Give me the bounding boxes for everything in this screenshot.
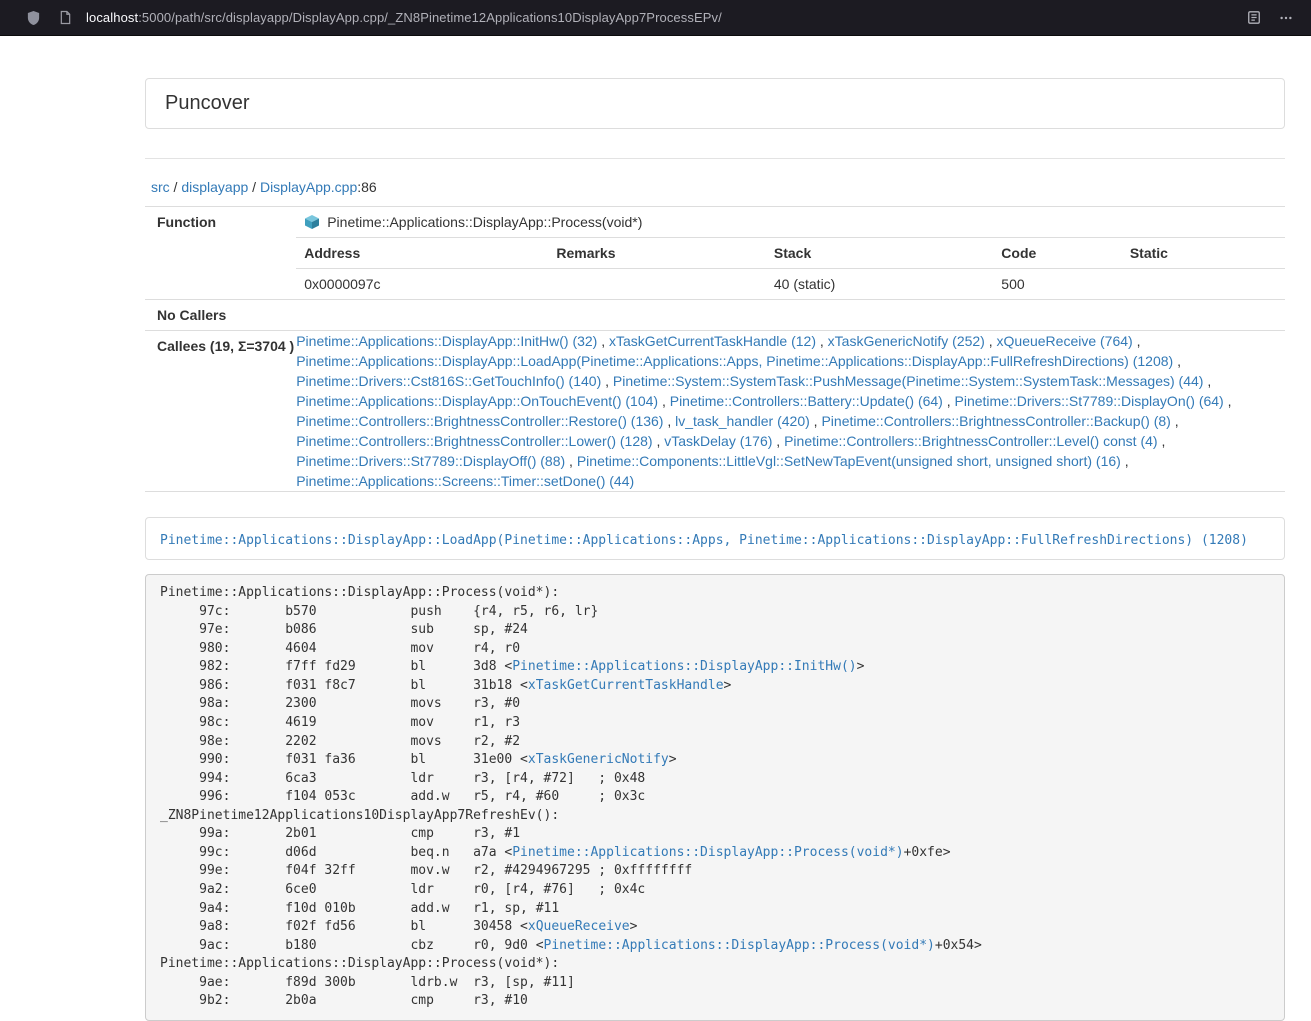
column-header-static: Static (1122, 238, 1285, 269)
kebab-menu-icon[interactable] (1273, 5, 1299, 31)
callee-link[interactable]: Pinetime::Components::LittleVgl::SetNewT… (577, 453, 1121, 469)
no-callers-cell (296, 300, 1285, 331)
url-host: localhost (86, 10, 138, 25)
function-cell: Pinetime::Applications::DisplayApp::Proc… (296, 207, 1285, 300)
app-title: Puncover (165, 92, 250, 114)
function-details-table: Address Remarks Stack Code Static 0x0000… (296, 237, 1285, 299)
column-header-stack: Stack (766, 238, 993, 269)
callee-link[interactable]: Pinetime::Applications::DisplayApp::Init… (296, 333, 597, 349)
function-type-icon (304, 214, 320, 230)
callee-link[interactable]: Pinetime::Controllers::BrightnessControl… (784, 433, 1157, 449)
stack-value: 40 (static) (766, 269, 993, 300)
app-title-panel: Puncover (145, 78, 1285, 129)
symbol-table: Function Pinetime::Applications::Display… (145, 206, 1285, 492)
function-row-label: Function (145, 207, 296, 300)
static-value (1122, 269, 1285, 300)
callee-link[interactable]: Pinetime::Controllers::Battery::Update()… (670, 393, 943, 409)
highlighted-callee-link[interactable]: Pinetime::Applications::DisplayApp::Load… (160, 533, 1248, 548)
code-symbol-link[interactable]: xTaskGenericNotify (528, 752, 669, 767)
url-path: :5000/path/src/displayapp/DisplayApp.cpp… (138, 10, 722, 25)
callee-link[interactable]: xQueueReceive (764) (997, 333, 1133, 349)
breadcrumb-link[interactable]: displayapp (181, 179, 248, 195)
remarks-value (548, 269, 766, 300)
code-symbol-link[interactable]: Pinetime::Applications::DisplayApp::Init… (512, 659, 856, 674)
function-row: Function Pinetime::Applications::Display… (145, 207, 1285, 300)
callees-label: Callees (19, Σ=3704 ) (145, 331, 296, 492)
function-name-line: Pinetime::Applications::DisplayApp::Proc… (296, 207, 1285, 237)
callee-link[interactable]: Pinetime::Drivers::St7789::DisplayOff() … (296, 453, 565, 469)
callees-list: Pinetime::Applications::DisplayApp::Init… (296, 331, 1285, 492)
breadcrumb-link[interactable]: DisplayApp.cpp (260, 179, 357, 195)
details-header-row: Address Remarks Stack Code Static (296, 238, 1285, 269)
shield-icon[interactable] (20, 5, 46, 31)
callee-link[interactable]: Pinetime::Controllers::BrightnessControl… (821, 413, 1170, 429)
callee-link[interactable]: Pinetime::Applications::Screens::Timer::… (296, 473, 634, 489)
callee-link[interactable]: Pinetime::Drivers::St7789::DisplayOn() (… (955, 393, 1224, 409)
callee-link[interactable]: Pinetime::System::SystemTask::PushMessag… (613, 373, 1204, 389)
function-name: Pinetime::Applications::DisplayApp::Proc… (327, 214, 642, 230)
callee-link[interactable]: Pinetime::Controllers::BrightnessControl… (296, 433, 652, 449)
no-callers-row: No Callers (145, 300, 1285, 331)
column-header-remarks: Remarks (548, 238, 766, 269)
column-header-address: Address (296, 238, 548, 269)
code-symbol-link[interactable]: xQueueReceive (528, 919, 630, 934)
callee-link[interactable]: Pinetime::Applications::DisplayApp::Load… (296, 353, 1173, 369)
callee-link[interactable]: vTaskDelay (176) (664, 433, 772, 449)
details-value-row: 0x0000097c 40 (static) 500 (296, 269, 1285, 300)
callee-link[interactable]: Pinetime::Applications::DisplayApp::OnTo… (296, 393, 658, 409)
highlighted-callee-panel: Pinetime::Applications::DisplayApp::Load… (145, 517, 1285, 560)
breadcrumb-link[interactable]: src (151, 179, 170, 195)
code-symbol-link[interactable]: xTaskGetCurrentTaskHandle (528, 678, 724, 693)
url-bar[interactable]: localhost:5000/path/src/displayapp/Displ… (86, 10, 722, 25)
callee-link[interactable]: xTaskGetCurrentTaskHandle (12) (609, 333, 816, 349)
callee-link[interactable]: lv_task_handler (420) (675, 413, 810, 429)
address-value: 0x0000097c (296, 269, 548, 300)
reader-mode-icon[interactable] (1241, 5, 1267, 31)
breadcrumb: src / displayapp / DisplayApp.cpp:86 (145, 179, 1285, 195)
code-size-value: 500 (993, 269, 1122, 300)
column-header-code: Code (993, 238, 1122, 269)
callee-link[interactable]: Pinetime::Drivers::Cst816S::GetTouchInfo… (296, 373, 601, 389)
code-symbol-link[interactable]: Pinetime::Applications::DisplayApp::Proc… (544, 938, 935, 953)
no-callers-label: No Callers (145, 300, 296, 331)
page-icon[interactable] (52, 5, 78, 31)
breadcrumb-line-number: :86 (357, 179, 376, 195)
code-symbol-link[interactable]: Pinetime::Applications::DisplayApp::Proc… (512, 845, 903, 860)
divider (145, 158, 1285, 159)
callees-row: Callees (19, Σ=3704 ) Pinetime::Applicat… (145, 331, 1285, 492)
browser-toolbar: localhost:5000/path/src/displayapp/Displ… (0, 0, 1311, 36)
disassembly-pre: Pinetime::Applications::DisplayApp::Proc… (145, 574, 1285, 1021)
breadcrumb-links: src / displayapp / DisplayApp.cpp (151, 179, 357, 195)
callee-link[interactable]: Pinetime::Controllers::BrightnessControl… (296, 413, 663, 429)
main-content: Puncover src / displayapp / DisplayApp.c… (145, 78, 1285, 1021)
callee-link[interactable]: xTaskGenericNotify (252) (828, 333, 985, 349)
